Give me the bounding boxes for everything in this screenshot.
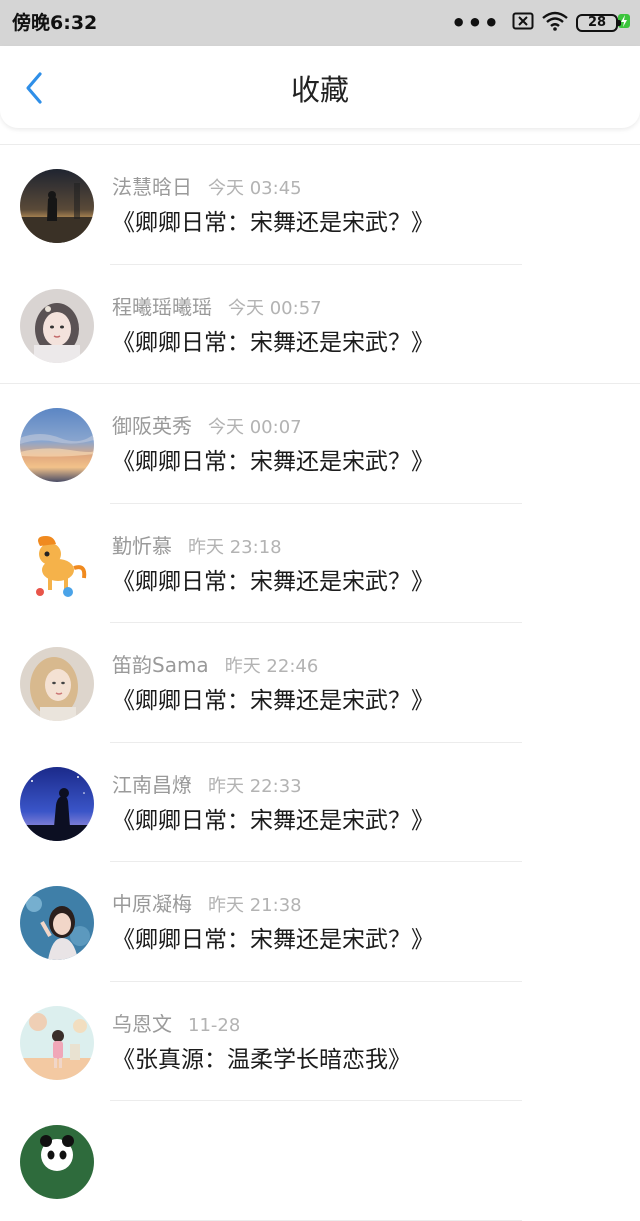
list-item[interactable] — [0, 1101, 640, 1221]
timestamp: 今天 03:45 — [208, 178, 302, 199]
timestamp: 昨天 22:33 — [208, 775, 302, 797]
list-item[interactable]: 程曦瑶曦瑶 今天 00:57 《卿卿日常：宋舞还是宋武？》 — [0, 265, 640, 385]
avatar[interactable] — [20, 647, 94, 721]
avatar[interactable] — [20, 1005, 94, 1080]
timestamp: 今天 00:07 — [208, 417, 302, 438]
avatar[interactable] — [20, 169, 94, 243]
avatar[interactable] — [20, 886, 94, 960]
nav-bar: 收藏 — [0, 46, 640, 128]
timestamp: 昨天 23:18 — [188, 536, 282, 558]
page-title: 收藏 — [290, 73, 349, 107]
book-title[interactable]: 《卿卿日常：宋舞还是宋武？》 — [112, 327, 434, 359]
sim-card-x-icon — [512, 12, 534, 34]
book-title[interactable]: 《卿卿日常：宋舞还是宋武？》 — [112, 207, 434, 239]
meta-line: 程曦瑶曦瑶 今天 00:57 — [112, 293, 322, 323]
more-dots-icon: ••• — [450, 9, 500, 37]
username[interactable]: 御阪英秀 — [112, 414, 192, 438]
book-title[interactable]: 《张真源：温柔学长暗恋我》 — [112, 1044, 411, 1076]
list-item[interactable]: 中原凝梅 昨天 21:38 《卿卿日常：宋舞还是宋武？》 — [0, 862, 640, 982]
avatar[interactable] — [20, 1125, 94, 1199]
username[interactable]: 程曦瑶曦瑶 — [112, 295, 212, 319]
meta-line — [112, 1129, 128, 1159]
book-title[interactable]: 《卿卿日常：宋舞还是宋武？》 — [112, 805, 434, 837]
battery-level: 28 — [587, 15, 607, 30]
list-item[interactable]: 御阪英秀 今天 00:07 《卿卿日常：宋舞还是宋武？》 — [0, 384, 640, 504]
avatar[interactable] — [20, 288, 94, 363]
meta-line: 江南昌燎 昨天 22:33 — [112, 771, 302, 801]
timestamp: 昨天 22:46 — [224, 656, 319, 677]
meta-line: 乌恩文 11-28 — [112, 1010, 240, 1040]
username[interactable]: 江南昌燎 — [112, 773, 192, 797]
username[interactable]: 勤忻慕 — [112, 534, 172, 558]
list-item[interactable]: 江南昌燎 昨天 22:33 《卿卿日常：宋舞还是宋武？》 — [0, 743, 640, 863]
avatar[interactable] — [20, 408, 94, 482]
list-item[interactable]: 法慧晗日 今天 03:45 《卿卿日常：宋舞还是宋武？》 — [0, 145, 640, 265]
meta-line: 御阪英秀 今天 00:07 — [112, 412, 302, 442]
timestamp: 今天 00:57 — [228, 297, 322, 319]
username[interactable]: 中原凝梅 — [112, 892, 192, 916]
book-title[interactable]: 《卿卿日常：宋舞还是宋武？》 — [112, 924, 434, 956]
book-title[interactable]: 《卿卿日常：宋舞还是宋武？》 — [112, 446, 434, 478]
wifi-icon — [542, 11, 568, 35]
meta-line: 法慧晗日 今天 03:45 — [112, 173, 302, 203]
username[interactable]: 乌恩文 — [112, 1012, 172, 1036]
timestamp: 11-28 — [188, 1014, 241, 1036]
status-bar: 傍晚6:32 ••• 28 — [0, 0, 640, 46]
list-item[interactable]: 笛韵Sama 昨天 22:46 《卿卿日常：宋舞还是宋武？》 — [0, 623, 640, 743]
book-title[interactable]: 《卿卿日常：宋舞还是宋武？》 — [112, 566, 434, 598]
battery-icon: 28 — [576, 14, 621, 32]
status-time: 傍晚6:32 — [12, 12, 98, 34]
username[interactable]: 法慧晗日 — [112, 175, 192, 199]
timestamp: 昨天 21:38 — [208, 895, 302, 916]
avatar[interactable] — [20, 527, 94, 602]
list-item[interactable]: 乌恩文 11-28 《张真源：温柔学长暗恋我》 — [0, 982, 640, 1102]
list-item[interactable]: 勤忻慕 昨天 23:18 《卿卿日常：宋舞还是宋武？》 — [0, 504, 640, 624]
status-icons: ••• 28 — [451, 8, 630, 38]
meta-line: 笛韵Sama 昨天 22:46 — [112, 651, 318, 681]
meta-line: 中原凝梅 昨天 21:38 — [112, 890, 302, 920]
favorites-list: 法慧晗日 今天 03:45 《卿卿日常：宋舞还是宋武？》 程曦瑶曦瑶 今天 00:5… — [0, 144, 640, 1221]
avatar[interactable] — [20, 766, 94, 841]
book-title[interactable]: 《卿卿日常：宋舞还是宋武？》 — [112, 685, 434, 717]
meta-line: 勤忻慕 昨天 23:18 — [112, 532, 282, 562]
username[interactable]: 笛韵Sama — [112, 653, 209, 677]
